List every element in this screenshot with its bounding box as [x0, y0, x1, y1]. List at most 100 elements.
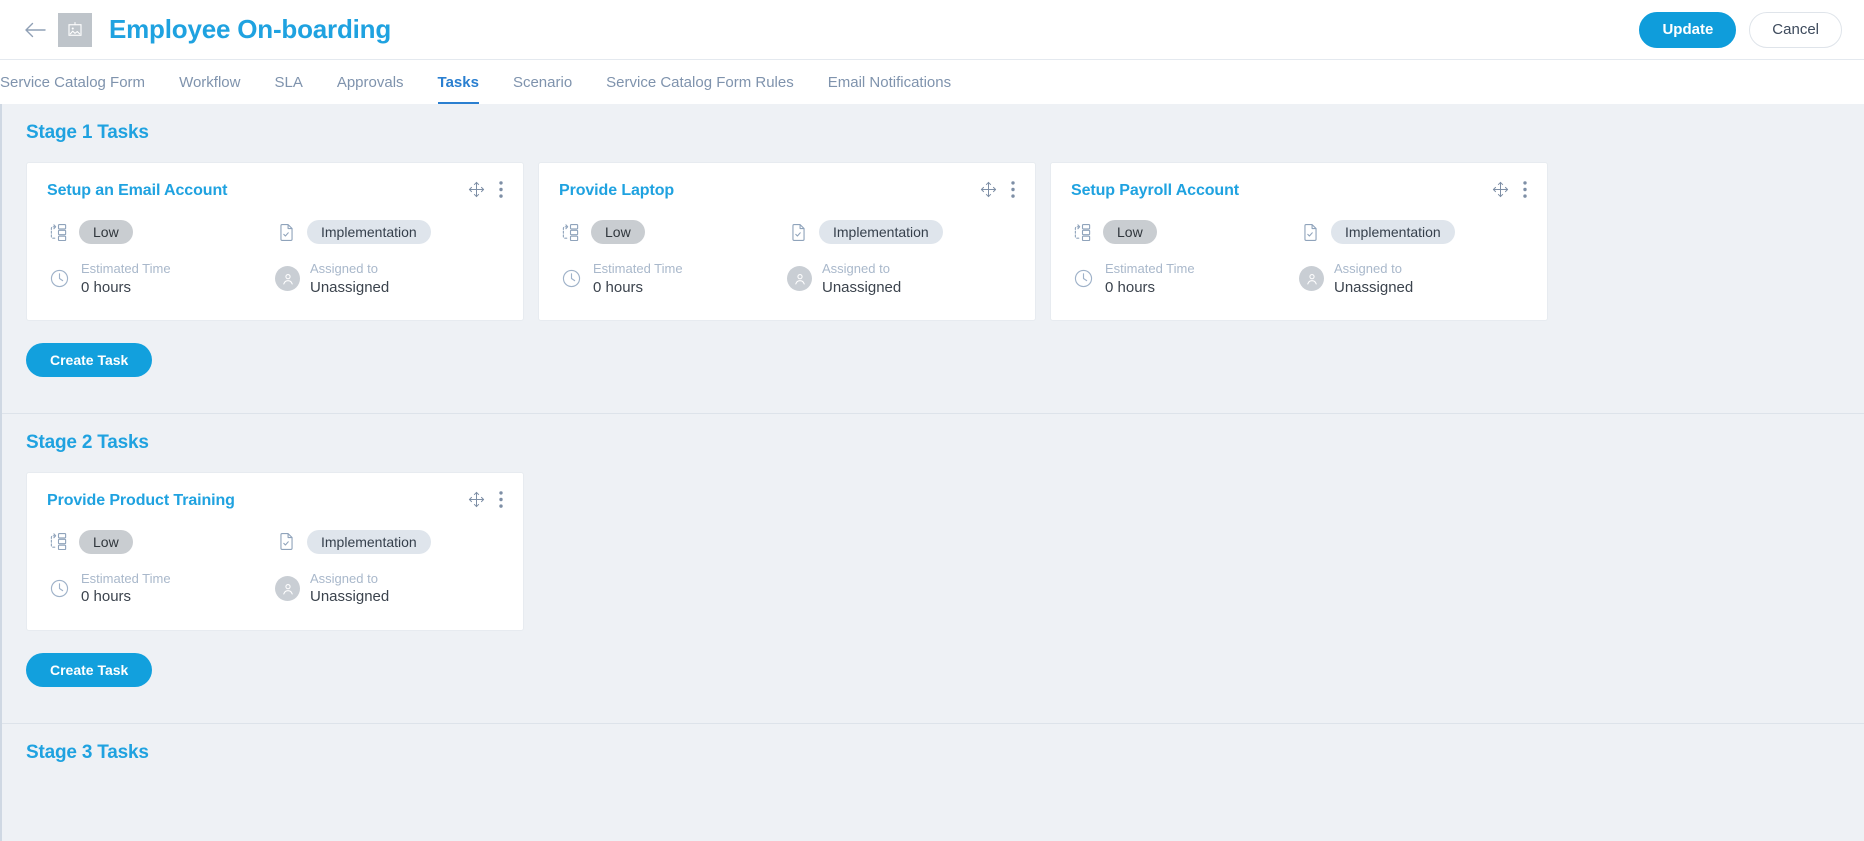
task-card-actions	[980, 181, 1015, 198]
task-priority-group: Low	[559, 220, 787, 244]
tab-sla[interactable]: SLA	[257, 60, 319, 104]
priority-list-icon	[559, 221, 581, 243]
task-detail-row: Estimated Time 0 hours Assigned to Unass…	[559, 260, 1015, 298]
move-handle-icon[interactable]	[468, 491, 485, 508]
task-type-badge: Implementation	[307, 529, 431, 554]
assignee-group: Assigned to Unassigned	[275, 570, 503, 608]
task-card-header: Provide Product Training	[47, 490, 503, 510]
tasks-panel: Stage 1 Tasks Setup an Email Account Low…	[0, 104, 1864, 841]
document-check-icon	[787, 221, 809, 243]
create-task-button[interactable]: Create Task	[26, 652, 153, 687]
task-priority-group: Low	[1071, 220, 1299, 244]
tab-workflow[interactable]: Workflow	[162, 60, 257, 104]
assigned-to-label: Assigned to	[310, 570, 378, 586]
tab-bar: Service Catalog Form Workflow SLA Approv…	[0, 59, 1864, 104]
estimated-time-text: Estimated Time 0 hours	[593, 260, 683, 298]
assignee-text: Assigned to Unassigned	[310, 260, 389, 298]
priority-list-icon	[47, 531, 69, 553]
task-card-actions	[1492, 181, 1527, 198]
task-card-actions	[468, 181, 503, 198]
stage-title: Stage 3 Tasks	[26, 741, 149, 763]
task-type-group: Implementation	[1299, 220, 1527, 244]
task-meta-row: Low Implementation	[47, 220, 503, 244]
task-card[interactable]: Setup an Email Account Low Implementatio…	[26, 162, 524, 321]
stage-section-2: Stage 2 Tasks Provide Product Training L…	[2, 412, 1864, 709]
tab-approvals[interactable]: Approvals	[320, 60, 421, 104]
stage-section-3: Stage 3 Tasks	[2, 722, 1864, 822]
estimated-time-group: Estimated Time 0 hours	[1071, 260, 1299, 298]
task-card[interactable]: Provide Product Training Low Implementat…	[26, 471, 524, 631]
task-card-actions	[468, 490, 503, 508]
clock-icon	[47, 267, 71, 291]
assignee-value: Unassigned	[310, 588, 390, 606]
estimated-time-value: 0 hours	[81, 588, 132, 606]
estimated-time-label: Estimated Time	[593, 261, 683, 276]
assignee-text: Assigned to Unassigned	[1334, 260, 1413, 298]
estimated-time-text: Estimated Time 0 hours	[1105, 260, 1195, 298]
stage-title: Stage 1 Tasks	[26, 122, 149, 143]
more-vertical-icon[interactable]	[1011, 181, 1015, 198]
task-card[interactable]: Provide Laptop Low Implementation Estima…	[538, 162, 1036, 321]
create-task-button[interactable]: Create Task	[26, 342, 153, 377]
estimated-time-label: Estimated Time	[81, 261, 171, 276]
assignee-group: Assigned to Unassigned	[1299, 260, 1527, 298]
page-title: Employee On-boarding	[109, 14, 392, 44]
task-card-list: Provide Product Training Low Implementat…	[26, 471, 1840, 631]
estimated-time-value: 0 hours	[81, 278, 132, 296]
task-detail-row: Estimated Time 0 hours Assigned to Unass…	[1071, 260, 1527, 298]
assignee-value: Unassigned	[822, 278, 902, 296]
top-header-bar: Employee On-boarding Update Cancel	[0, 0, 1864, 59]
tab-email-notifications[interactable]: Email Notifications	[811, 60, 968, 104]
task-title: Setup Payroll Account	[1071, 182, 1240, 199]
user-avatar-icon	[787, 266, 812, 292]
task-meta-row: Low Implementation	[1071, 220, 1527, 244]
document-check-icon	[275, 221, 297, 243]
task-card[interactable]: Setup Payroll Account Low Implementation…	[1050, 162, 1548, 321]
task-card-header: Setup Payroll Account	[1071, 181, 1527, 200]
document-check-icon	[275, 531, 297, 553]
user-avatar-icon	[275, 576, 300, 602]
task-card-header: Setup an Email Account	[47, 181, 503, 200]
move-handle-icon[interactable]	[468, 181, 485, 198]
move-handle-icon[interactable]	[980, 181, 997, 198]
tab-service-catalog-form-rules[interactable]: Service Catalog Form Rules	[589, 60, 811, 104]
estimated-time-label: Estimated Time	[81, 570, 171, 586]
stage-empty-area	[26, 782, 1840, 822]
task-meta-row: Low Implementation	[47, 529, 503, 554]
assignee-group: Assigned to Unassigned	[275, 260, 503, 298]
tab-tasks[interactable]: Tasks	[421, 60, 496, 104]
stage-title: Stage 2 Tasks	[26, 431, 149, 453]
task-detail-row: Estimated Time 0 hours Assigned to Unass…	[47, 260, 503, 298]
priority-badge: Low	[591, 220, 645, 244]
estimated-time-text: Estimated Time 0 hours	[81, 260, 171, 298]
more-vertical-icon[interactable]	[499, 490, 503, 508]
more-vertical-icon[interactable]	[1523, 181, 1527, 198]
image-placeholder-icon	[58, 12, 92, 47]
estimated-time-group: Estimated Time 0 hours	[47, 260, 275, 298]
assignee-group: Assigned to Unassigned	[787, 260, 1015, 298]
create-task-wrapper: Create Task	[26, 631, 1840, 709]
estimated-time-label: Estimated Time	[1105, 261, 1195, 276]
task-type-badge: Implementation	[307, 220, 431, 244]
priority-list-icon	[47, 221, 69, 243]
cancel-button[interactable]: Cancel	[1749, 11, 1842, 48]
tab-service-catalog-form[interactable]: Service Catalog Form	[0, 60, 162, 104]
assignee-text: Assigned to Unassigned	[822, 260, 901, 298]
document-check-icon	[1299, 221, 1321, 243]
task-type-badge: Implementation	[819, 220, 943, 244]
update-button[interactable]: Update	[1639, 11, 1737, 48]
priority-badge: Low	[79, 529, 133, 554]
task-card-list: Setup an Email Account Low Implementatio…	[26, 162, 1840, 321]
assigned-to-label: Assigned to	[822, 261, 890, 276]
clock-icon	[47, 577, 71, 601]
estimated-time-value: 0 hours	[1105, 278, 1156, 296]
task-type-group: Implementation	[787, 220, 1015, 244]
back-arrow-icon[interactable]	[22, 17, 48, 43]
clock-icon	[1071, 267, 1095, 291]
priority-badge: Low	[1103, 220, 1157, 244]
more-vertical-icon[interactable]	[499, 181, 503, 198]
move-handle-icon[interactable]	[1492, 181, 1509, 198]
tab-scenario[interactable]: Scenario	[496, 60, 589, 104]
stage-section-1: Stage 1 Tasks Setup an Email Account Low…	[2, 104, 1864, 399]
task-type-group: Implementation	[275, 220, 503, 244]
